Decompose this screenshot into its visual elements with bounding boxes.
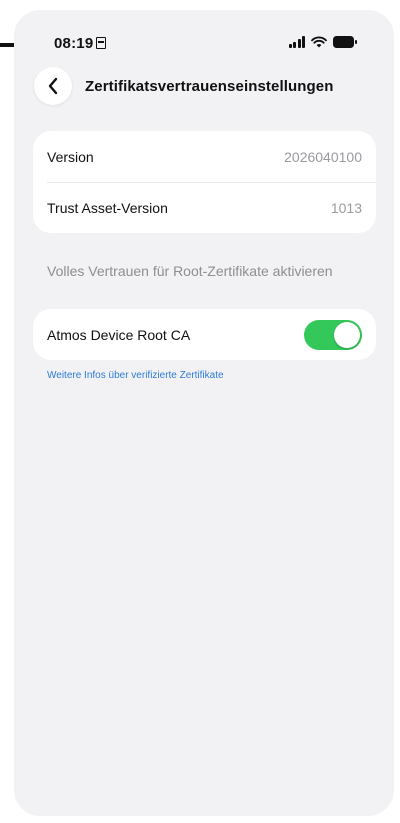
root-certificates-card: Atmos Device Root CA (33, 309, 376, 360)
wifi-icon (311, 36, 327, 48)
certificate-trust-toggle[interactable] (304, 319, 362, 350)
root-trust-section-header: Volles Vertrauen für Root-Zertifikate ak… (47, 263, 333, 279)
certificate-label: Atmos Device Root CA (47, 326, 191, 343)
status-icons (288, 36, 359, 48)
notification-icon (96, 37, 107, 49)
signal-icon (288, 36, 305, 48)
status-time: 08:19 (54, 35, 107, 52)
phone-screen: 08:19 Zertifikatsvertrauenseinstellungen (14, 10, 394, 816)
toggle-knob (334, 321, 360, 348)
version-card: Version 2026040100 Trust Asset-Version 1… (33, 131, 376, 233)
learn-more-link[interactable]: Weitere Infos über verifizierte Zertifik… (47, 370, 224, 381)
trust-asset-version-row: Trust Asset-Version 1013 (33, 182, 376, 233)
version-label: Version (47, 148, 94, 165)
chevron-left-icon (48, 77, 58, 95)
trust-asset-version-value: 1013 (330, 199, 362, 216)
edge-marker (0, 43, 14, 47)
version-row: Version 2026040100 (33, 131, 376, 182)
back-button[interactable] (34, 67, 72, 105)
status-time-text: 08:19 (54, 35, 94, 52)
battery-icon (333, 36, 358, 48)
trust-asset-version-label: Trust Asset-Version (47, 199, 168, 216)
certificate-row: Atmos Device Root CA (33, 309, 376, 360)
version-value: 2026040100 (284, 148, 362, 165)
page-title: Zertifikatsvertrauenseinstellungen (85, 78, 334, 95)
